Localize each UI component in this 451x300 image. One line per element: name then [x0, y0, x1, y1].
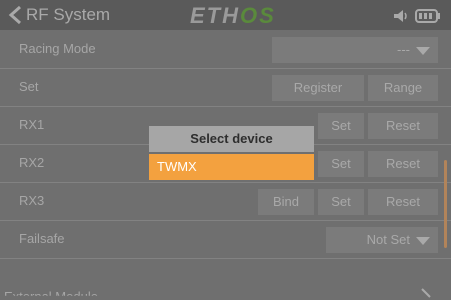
failsafe-value: Not Set [366, 232, 410, 247]
racing-mode-label: Racing Mode [19, 41, 96, 56]
failsafe-label: Failsafe [19, 231, 65, 246]
racing-mode-value: --- [397, 42, 410, 57]
rx2-set-button[interactable]: Set [318, 151, 364, 177]
back-chevron-icon[interactable] [6, 5, 26, 25]
row-rx3: RX3 Bind Set Reset [0, 183, 451, 221]
page-title: RF System [26, 5, 111, 24]
scrollbar[interactable] [444, 160, 447, 248]
volume-icon [394, 10, 407, 22]
logo-tail: OS [240, 3, 276, 28]
rx3-set-button[interactable]: Set [318, 189, 364, 215]
row-external-module: External Module [0, 259, 451, 299]
chevron-down-icon [416, 46, 430, 55]
status-icons [393, 7, 441, 25]
rx2-label: RX2 [19, 155, 45, 170]
rx1-set-button[interactable]: Set [318, 113, 364, 139]
rx3-bind-button[interactable]: Bind [258, 189, 314, 215]
racing-mode-dropdown[interactable]: --- [272, 37, 438, 63]
logo-main: ETH [190, 3, 240, 28]
select-device-popup: Select device TWMX [149, 126, 314, 182]
rx1-label: RX1 [19, 117, 45, 132]
chevron-down-icon [416, 236, 430, 245]
device-option-twmx[interactable]: TWMX [149, 154, 314, 180]
popup-title: Select device [149, 126, 314, 152]
rx3-label: RX3 [19, 193, 45, 208]
rx3-reset-button[interactable]: Reset [368, 189, 438, 215]
range-button[interactable]: Range [368, 75, 438, 101]
external-module-label: External Module [4, 289, 98, 300]
row-failsafe: Failsafe Not Set [0, 221, 451, 259]
chevron-icon[interactable] [420, 287, 434, 299]
failsafe-dropdown[interactable]: Not Set [326, 227, 438, 253]
rx1-reset-button[interactable]: Reset [368, 113, 438, 139]
rx2-reset-button[interactable]: Reset [368, 151, 438, 177]
ethos-logo: ETHOS [190, 5, 290, 27]
set-label: Set [19, 79, 39, 94]
battery-icon [415, 9, 440, 23]
register-button[interactable]: Register [272, 75, 364, 101]
rf-system-screen: RF System ETHOS Racing Mode --- Set Regi… [0, 0, 451, 300]
row-racing-mode: Racing Mode --- [0, 31, 451, 69]
row-set: Set Register Range [0, 69, 451, 107]
top-bar: RF System ETHOS [0, 0, 451, 30]
